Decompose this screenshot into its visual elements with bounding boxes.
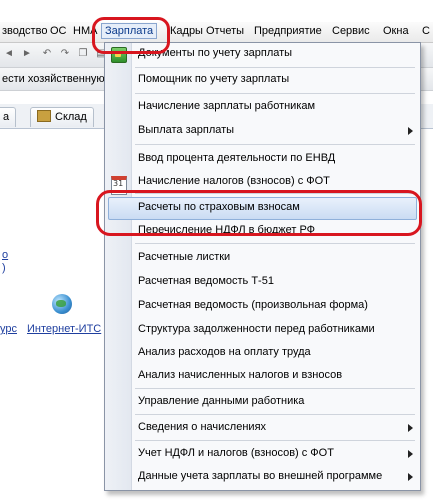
menu-windows[interactable]: Окна [383, 25, 409, 37]
warehouse-icon [37, 110, 51, 123]
submenu-arrow-icon [408, 450, 413, 458]
menu-os[interactable]: ОС [50, 25, 67, 37]
menu-separator [135, 440, 415, 441]
menu-reports[interactable]: Отчеты [206, 25, 244, 37]
tab-partial[interactable]: а [0, 107, 17, 127]
tab-warehouse-label: Склад [55, 111, 87, 123]
submenu-arrow-icon [408, 473, 413, 481]
business-ops-button[interactable]: ести хозяйственную [2, 73, 105, 85]
navigate-forward-icon[interactable]: ► [20, 47, 34, 61]
background-link-fragment-2: ) [2, 262, 6, 274]
menu-item-employee-data[interactable]: Управление данными работника [105, 391, 420, 413]
menu-item-label: Расчетные листки [138, 251, 231, 263]
menu-item-label: Начисление налогов (взносов) с ФОТ [138, 175, 330, 187]
internet-its-icon[interactable] [52, 294, 72, 314]
copy-icon[interactable]: ❐ [76, 47, 90, 61]
submenu-arrow-icon [408, 127, 413, 135]
menu-item-label: Расчетная ведомость Т-51 [138, 275, 274, 287]
menu-item-label: Учет НДФЛ и налогов (взносов) с ФОТ [138, 447, 334, 459]
menu-item-salary-assistant[interactable]: Помощник по учету зарплаты [105, 69, 420, 91]
menu-separator [135, 388, 415, 389]
menu-item-label: Управление данными работника [138, 395, 305, 407]
menu-item-envd-percent[interactable]: Ввод процента деятельности по ЕНВД [105, 148, 420, 170]
undo-icon[interactable]: ↶ [40, 47, 54, 61]
tab-warehouse[interactable]: Склад [30, 107, 94, 127]
menu-item-external-program[interactable]: Данные учета зарплаты во внешней програм… [105, 466, 420, 488]
menu-service[interactable]: Сервис [332, 25, 370, 37]
menu-item-tax-analysis[interactable]: Анализ начисленных налогов и взносов [105, 365, 420, 387]
menu-item-label: Данные учета зарплаты во внешней програм… [138, 470, 383, 482]
submenu-arrow-icon [408, 424, 413, 432]
menu-enterprise[interactable]: Предприятие [254, 25, 322, 37]
menu-item-payroll-t51[interactable]: Расчетная ведомость Т-51 [105, 271, 420, 293]
menu-item-salary-accrual[interactable]: Начисление зарплаты работникам [105, 96, 420, 118]
menu-item-label: Помощник по учету зарплаты [138, 73, 290, 85]
menu-item-label: Сведения о начислениях [138, 421, 267, 433]
menu-separator [135, 414, 415, 415]
redo-icon[interactable]: ↷ [58, 47, 72, 61]
menu-item-label: Начисление зарплаты работникам [138, 100, 316, 112]
annotation-oval-menu-item [96, 190, 422, 236]
menu-item-label: Анализ начисленных налогов и взносов [138, 369, 343, 381]
menu-separator [135, 144, 415, 145]
annotation-oval-menu [92, 17, 170, 54]
menu-item-label: Анализ расходов на оплату труда [138, 346, 311, 358]
window-top-strip [0, 0, 433, 22]
menu-production[interactable]: зводство [2, 25, 47, 37]
menu-separator [135, 243, 415, 244]
internet-its-link[interactable]: Интернет-ИТС [27, 323, 101, 335]
background-link-course[interactable]: урс [0, 323, 17, 335]
salary-dropdown-menu: Документы по учету зарплаты Помощник по … [104, 42, 421, 491]
menu-item-label: Расчетная ведомость (произвольная форма) [138, 299, 368, 311]
menu-item-payslips[interactable]: Расчетные листки [105, 247, 420, 269]
background-link-fragment[interactable]: о [2, 249, 8, 261]
menu-item-salary-payment[interactable]: Выплата зарплаты [105, 120, 420, 142]
menu-separator [135, 93, 415, 94]
menu-help[interactable]: С [422, 25, 430, 37]
menu-item-accrual-info[interactable]: Сведения о начислениях [105, 417, 420, 439]
menu-item-payroll-custom[interactable]: Расчетная ведомость (произвольная форма) [105, 295, 420, 317]
menu-item-label: Структура задолженности перед работникам… [138, 323, 375, 335]
menu-item-labor-cost-analysis[interactable]: Анализ расходов на оплату труда [105, 342, 420, 364]
menu-item-debt-structure[interactable]: Структура задолженности перед работникам… [105, 319, 420, 341]
menu-item-ndfl-accounting[interactable]: Учет НДФЛ и налогов (взносов) с ФОТ [105, 443, 420, 465]
menu-separator [135, 67, 415, 68]
menu-item-label: Выплата зарплаты [138, 124, 235, 136]
navigate-back-icon[interactable]: ◄ [2, 47, 16, 61]
menu-item-label: Ввод процента деятельности по ЕНВД [138, 152, 336, 164]
tab-partial-label: а [3, 111, 10, 123]
main-menubar: зводство ОС НМА Зарплата Кадры Отчеты Пр… [0, 22, 433, 43]
menu-personnel[interactable]: Кадры [170, 25, 203, 37]
